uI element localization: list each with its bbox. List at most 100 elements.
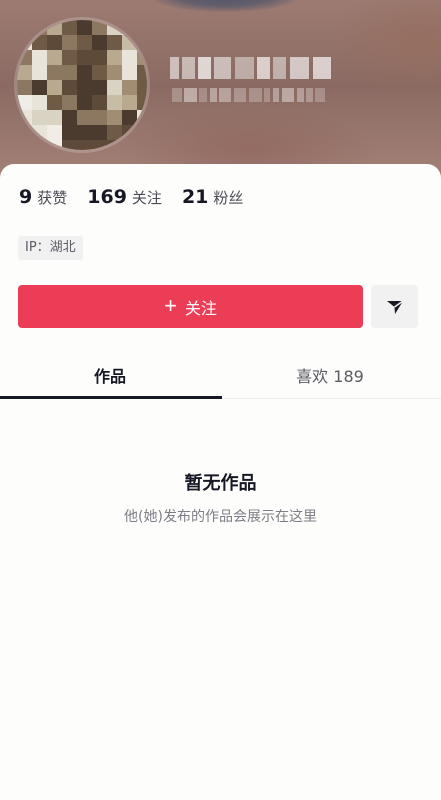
redaction-block bbox=[315, 88, 326, 102]
redaction-block bbox=[233, 88, 247, 102]
avatar-pixel bbox=[32, 125, 48, 141]
profile-card: 9 获赞 169 关注 21 粉丝 IP：湖北 + 关注 作品 喜欢 189 暂… bbox=[0, 164, 441, 800]
stat-followers-label: 粉丝 bbox=[213, 189, 244, 207]
stat-following[interactable]: 169 关注 bbox=[87, 186, 162, 208]
avatar-pixel bbox=[77, 140, 93, 150]
redaction-block bbox=[182, 57, 195, 79]
avatar-pixel bbox=[32, 35, 48, 51]
account-id-redacted bbox=[172, 88, 332, 102]
stat-followers-value: 21 bbox=[181, 186, 209, 208]
avatar-pixel bbox=[32, 20, 48, 36]
avatar-pixel bbox=[17, 80, 33, 96]
avatar-pixel bbox=[17, 95, 33, 111]
redaction-block bbox=[209, 88, 217, 102]
avatar-pixel bbox=[77, 95, 93, 111]
redaction-block bbox=[219, 88, 232, 102]
avatar-pixel bbox=[122, 65, 138, 81]
redaction-block bbox=[214, 57, 232, 79]
avatar-pixel bbox=[32, 50, 48, 66]
cover-background-image bbox=[150, 0, 300, 12]
avatar-pixel bbox=[122, 110, 138, 126]
avatar-pixel bbox=[92, 35, 108, 51]
stat-likes-label: 获赞 bbox=[37, 189, 68, 207]
redaction-block bbox=[184, 88, 197, 102]
avatar-pixel bbox=[62, 140, 78, 150]
avatar-pixel bbox=[92, 95, 108, 111]
profile-page: 9 获赞 169 关注 21 粉丝 IP：湖北 + 关注 作品 喜欢 189 暂… bbox=[0, 0, 441, 800]
redaction-block bbox=[257, 57, 270, 79]
avatar-pixel bbox=[77, 50, 93, 66]
avatar-pixel bbox=[32, 80, 48, 96]
avatar-pixel bbox=[137, 95, 147, 111]
avatar[interactable] bbox=[17, 20, 147, 150]
redaction-block bbox=[273, 57, 287, 79]
avatar-pixel bbox=[107, 35, 123, 51]
redaction-block bbox=[312, 57, 332, 79]
tab-works[interactable]: 作品 bbox=[0, 352, 220, 398]
tab-likes[interactable]: 喜欢 189 bbox=[220, 352, 440, 398]
stat-following-label: 关注 bbox=[131, 189, 162, 207]
avatar-pixel bbox=[107, 140, 123, 150]
avatar-pixel bbox=[62, 95, 78, 111]
avatar-pixel bbox=[47, 20, 63, 36]
avatar-pixel bbox=[62, 65, 78, 81]
avatar-pixel bbox=[47, 125, 63, 141]
stats-row: 9 获赞 169 关注 21 粉丝 bbox=[19, 186, 243, 208]
avatar-pixel bbox=[47, 95, 63, 111]
share-button[interactable] bbox=[371, 285, 418, 328]
avatar-pixel bbox=[62, 50, 78, 66]
redaction-block bbox=[172, 88, 182, 102]
avatar-pixel bbox=[107, 125, 123, 141]
avatar-pixel bbox=[137, 50, 147, 66]
avatar-pixel bbox=[122, 20, 138, 36]
redaction-block bbox=[281, 88, 295, 102]
avatar-pixel bbox=[32, 95, 48, 111]
empty-state-subtitle: 他(她)发布的作品会展示在这里 bbox=[124, 509, 317, 525]
empty-state-title: 暂无作品 bbox=[184, 473, 257, 494]
stat-likes-value: 9 bbox=[19, 186, 33, 208]
stat-likes[interactable]: 9 获赞 bbox=[19, 186, 67, 208]
avatar-pixel bbox=[17, 50, 33, 66]
avatar-pixel bbox=[137, 20, 147, 36]
avatar-pixel bbox=[47, 140, 63, 150]
avatar-pixel bbox=[107, 65, 123, 81]
avatar-pixel bbox=[62, 80, 78, 96]
avatar-pixel bbox=[77, 110, 93, 126]
redaction-block bbox=[234, 57, 254, 79]
avatar-pixel bbox=[92, 20, 108, 36]
avatar-pixel bbox=[122, 95, 138, 111]
avatar-pixel bbox=[137, 125, 147, 141]
send-arrow-icon bbox=[386, 299, 403, 314]
redaction-block bbox=[272, 88, 280, 102]
content-tabs: 作品 喜欢 189 bbox=[0, 352, 441, 399]
stat-followers[interactable]: 21 粉丝 bbox=[182, 186, 243, 208]
avatar-pixel bbox=[62, 20, 78, 36]
avatar-pixel bbox=[137, 35, 147, 51]
avatar-pixel bbox=[122, 80, 138, 96]
plus-icon: + bbox=[164, 292, 177, 318]
avatar-pixel bbox=[77, 35, 93, 51]
ip-location-tag: IP：湖北 bbox=[18, 236, 83, 260]
avatar-pixel bbox=[17, 140, 33, 150]
redaction-block bbox=[296, 88, 304, 102]
avatar-pixel bbox=[47, 65, 63, 81]
avatar-pixel bbox=[17, 20, 33, 36]
avatar-pixel bbox=[62, 35, 78, 51]
avatar-pixel bbox=[137, 65, 147, 81]
nickname-redacted bbox=[170, 57, 340, 79]
avatar-pixel bbox=[107, 80, 123, 96]
redaction-block bbox=[199, 88, 208, 102]
avatar-pixel bbox=[92, 110, 108, 126]
avatar-pixel bbox=[47, 80, 63, 96]
avatar-pixel bbox=[17, 110, 33, 126]
avatar-pixel bbox=[62, 125, 78, 141]
avatar-pixel bbox=[77, 65, 93, 81]
avatar-pixel bbox=[137, 140, 147, 150]
follow-button[interactable]: + 关注 bbox=[18, 285, 363, 328]
avatar-pixel bbox=[32, 110, 48, 126]
avatar-pixel bbox=[122, 125, 138, 141]
avatar-pixel bbox=[107, 50, 123, 66]
redaction-block bbox=[306, 88, 313, 102]
avatar-pixel bbox=[47, 50, 63, 66]
avatar-pixel bbox=[92, 80, 108, 96]
